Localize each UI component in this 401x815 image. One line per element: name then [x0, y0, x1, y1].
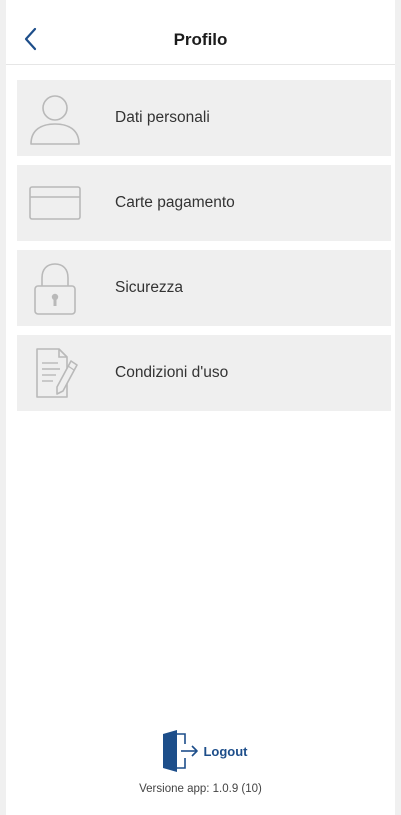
- menu-item-label: Condizioni d'uso: [115, 364, 229, 381]
- profile-menu: Dati personali Carte pagamento Sicurezza…: [17, 80, 391, 420]
- page-title: Profilo: [173, 30, 228, 49]
- logout-label: Logout: [203, 743, 248, 759]
- menu-item-label: Sicurezza: [115, 279, 184, 296]
- menu-item-carte-pagamento[interactable]: Carte pagamento: [17, 165, 391, 241]
- menu-item-label: Carte pagamento: [115, 194, 235, 211]
- footer: Logout Versione app: 1.0.9 (10): [6, 730, 395, 795]
- app-version-text: Versione app: 1.0.9 (10): [139, 783, 262, 795]
- credit-card-icon: [27, 175, 83, 231]
- logout-button[interactable]: Logout: [161, 730, 248, 772]
- menu-item-label: Dati personali: [115, 109, 210, 126]
- document-edit-icon: [27, 345, 83, 401]
- door-exit-icon: [163, 730, 199, 772]
- menu-item-condizioni-uso[interactable]: Condizioni d'uso: [17, 335, 391, 411]
- user-icon: [27, 90, 83, 146]
- profile-screen: Profilo Dati personali Carte pagamento S…: [0, 0, 401, 815]
- menu-item-sicurezza[interactable]: Sicurezza: [17, 250, 391, 326]
- lock-icon: [27, 260, 83, 316]
- navigation-bar: Profilo: [6, 0, 395, 65]
- menu-item-dati-personali[interactable]: Dati personali: [17, 80, 391, 156]
